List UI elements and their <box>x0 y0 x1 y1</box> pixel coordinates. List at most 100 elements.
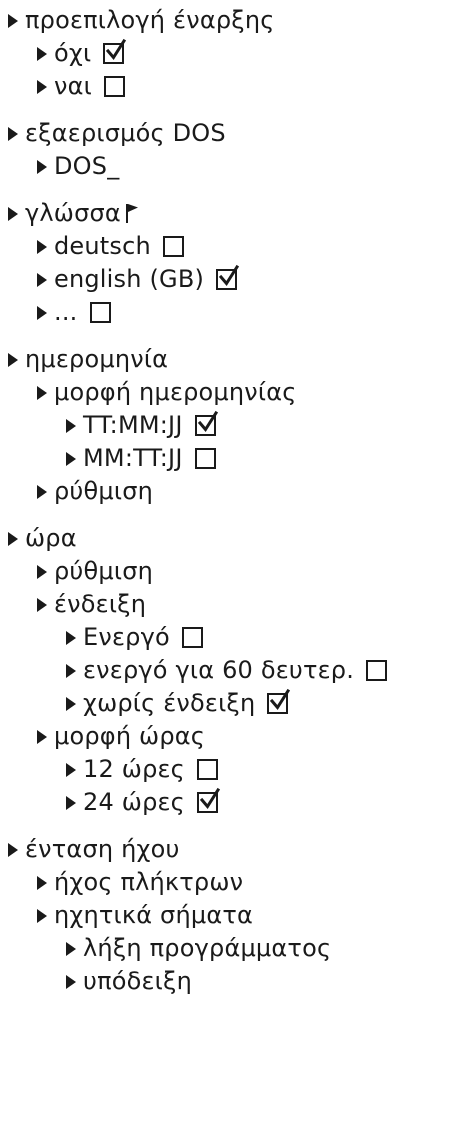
arrow-right-icon <box>66 418 76 433</box>
menu-item-όχι[interactable]: όχι <box>0 37 475 70</box>
menu-item-label: ημερομηνία <box>25 345 169 373</box>
menu-item-label: 24 ώρες <box>83 788 185 816</box>
menu-item-label: λήξη προγράμματος <box>83 934 332 962</box>
arrow-right-icon <box>37 564 47 579</box>
menu-item-label: ενεργό για 60 δευτερ. <box>83 656 355 684</box>
checkbox-checked[interactable] <box>196 787 221 813</box>
arrow-right-icon <box>66 451 76 466</box>
arrow-right-icon <box>37 385 47 400</box>
menu-item-english-gb[interactable]: english (GB) <box>0 263 475 296</box>
menu-item-ενεργό-για-60-δευτερ[interactable]: ενεργό για 60 δευτερ. <box>0 654 475 687</box>
checkbox-checked[interactable] <box>103 38 127 64</box>
menu-item-label: english (GB) <box>54 265 205 293</box>
menu-item-label: ώρα <box>25 524 77 552</box>
checkmark-icon <box>218 264 240 287</box>
arrow-right-icon <box>37 305 47 320</box>
menu-item-label: Ενεργό <box>83 623 170 651</box>
checkbox-unchecked[interactable] <box>181 627 203 648</box>
arrow-right-icon <box>37 729 47 744</box>
menu-item-label: ... <box>54 298 78 326</box>
arrow-right-icon <box>66 630 76 645</box>
menu-item-ενεργό[interactable]: Ενεργό <box>0 621 475 654</box>
arrow-right-icon <box>8 352 18 367</box>
checkbox-checked[interactable] <box>194 410 218 436</box>
menu-item-ώρα[interactable]: ώρα <box>0 522 475 555</box>
menu-item-label: deutsch <box>54 232 151 260</box>
checkbox-unchecked[interactable] <box>89 302 111 323</box>
checkbox-unchecked[interactable] <box>162 236 184 257</box>
checkbox-unchecked[interactable] <box>366 660 388 681</box>
arrow-right-icon <box>66 663 76 678</box>
menu-item-label: ρύθμιση <box>54 557 154 585</box>
menu-item-12-ώρες[interactable]: 12 ώρες <box>0 753 475 786</box>
menu-item-ρύθμιση[interactable]: ρύθμιση <box>0 475 475 508</box>
arrow-right-icon <box>66 762 76 777</box>
arrow-right-icon <box>66 696 76 711</box>
menu-item-dos[interactable]: DOS_ <box>0 150 475 183</box>
arrow-right-icon <box>37 484 47 499</box>
checkmark-icon <box>197 410 218 433</box>
menu-item-label: εξαερισμός DOS <box>25 119 226 147</box>
arrow-right-icon <box>66 941 76 956</box>
menu-item-χωρίς-ένδειξη[interactable]: χωρίς ένδειξη <box>0 687 475 720</box>
arrow-right-icon <box>37 272 47 287</box>
arrow-right-icon <box>8 531 18 546</box>
menu-item-μορφή-ώρας[interactable]: μορφή ώρας <box>0 720 475 753</box>
arrow-right-icon <box>8 126 18 141</box>
arrow-right-icon <box>37 908 47 923</box>
arrow-right-icon <box>66 974 76 989</box>
menu-item-label: MM:TT:JJ <box>83 444 183 472</box>
arrow-right-icon <box>37 239 47 254</box>
arrow-right-icon <box>8 206 18 221</box>
menu-item-label: ρύθμιση <box>54 477 154 505</box>
menu-item-ένταση-ήχου[interactable]: ένταση ήχου <box>0 833 475 866</box>
arrow-right-icon <box>8 13 18 28</box>
menu-item-ρύθμιση[interactable]: ρύθμιση <box>0 555 475 588</box>
menu-item-γλώσσα[interactable]: γλώσσα <box>0 197 475 230</box>
menu-item-label: DOS_ <box>54 152 120 180</box>
arrow-right-icon <box>8 842 18 857</box>
checkbox-unchecked[interactable] <box>196 759 218 780</box>
checkbox-unchecked[interactable] <box>103 76 125 97</box>
menu-item-λήξη-προγράμματος[interactable]: λήξη προγράμματος <box>0 932 475 965</box>
arrow-right-icon <box>37 79 47 94</box>
checkmark-icon <box>270 688 291 711</box>
menu-item-label: TT:MM:JJ <box>83 411 183 439</box>
menu-item-προεπιλογή-έναρξης[interactable]: προεπιλογή έναρξης <box>0 4 475 37</box>
menu-item-item[interactable]: ... <box>0 296 475 329</box>
menu-item-ημερομηνία[interactable]: ημερομηνία <box>0 343 475 376</box>
menu-item-ηχητικά-σήματα[interactable]: ηχητικά σήματα <box>0 899 475 932</box>
menu-item-μορφή-ημερομηνίας[interactable]: μορφή ημερομηνίας <box>0 376 475 409</box>
menu-item-tt-mm-jj[interactable]: TT:MM:JJ <box>0 409 475 442</box>
menu-item-label: υπόδειξη <box>83 967 192 995</box>
menu-item-label: γλώσσα <box>25 199 121 227</box>
arrow-right-icon <box>37 159 47 174</box>
arrow-right-icon <box>37 597 47 612</box>
menu-item-εξαερισμός-dos[interactable]: εξαερισμός DOS <box>0 117 475 150</box>
menu-item-υπόδειξη[interactable]: υπόδειξη <box>0 965 475 998</box>
menu-item-label: ένδειξη <box>54 590 147 618</box>
checkbox-unchecked[interactable] <box>194 448 216 469</box>
menu-item-ναι[interactable]: ναι <box>0 70 475 103</box>
menu-item-label: χωρίς ένδειξη <box>83 689 256 717</box>
checkmark-icon <box>106 38 127 61</box>
menu-item-label: ένταση ήχου <box>25 835 180 863</box>
menu-item-24-ώρες[interactable]: 24 ώρες <box>0 786 475 819</box>
menu-item-label: μορφή ημερομηνίας <box>54 378 297 406</box>
menu-item-label: 12 ώρες <box>83 755 185 783</box>
menu-item-label: προεπιλογή έναρξης <box>25 6 275 34</box>
menu-item-ήχος-πλήκτρων[interactable]: ήχος πλήκτρων <box>0 866 475 899</box>
menu-item-label: μορφή ώρας <box>54 722 206 750</box>
menu-item-ένδειξη[interactable]: ένδειξη <box>0 588 475 621</box>
checkbox-checked[interactable] <box>267 688 291 714</box>
arrow-right-icon <box>37 875 47 890</box>
arrow-right-icon <box>66 795 76 810</box>
menu-item-label: ναι <box>54 72 92 100</box>
menu-item-label: ηχητικά σήματα <box>54 901 254 929</box>
checkbox-checked[interactable] <box>216 264 240 290</box>
menu-item-deutsch[interactable]: deutsch <box>0 230 475 263</box>
menu-item-mm-tt-jj[interactable]: MM:TT:JJ <box>0 442 475 475</box>
menu-item-label: ήχος πλήκτρων <box>54 868 244 896</box>
flag-icon <box>125 200 139 223</box>
arrow-right-icon <box>37 46 47 61</box>
